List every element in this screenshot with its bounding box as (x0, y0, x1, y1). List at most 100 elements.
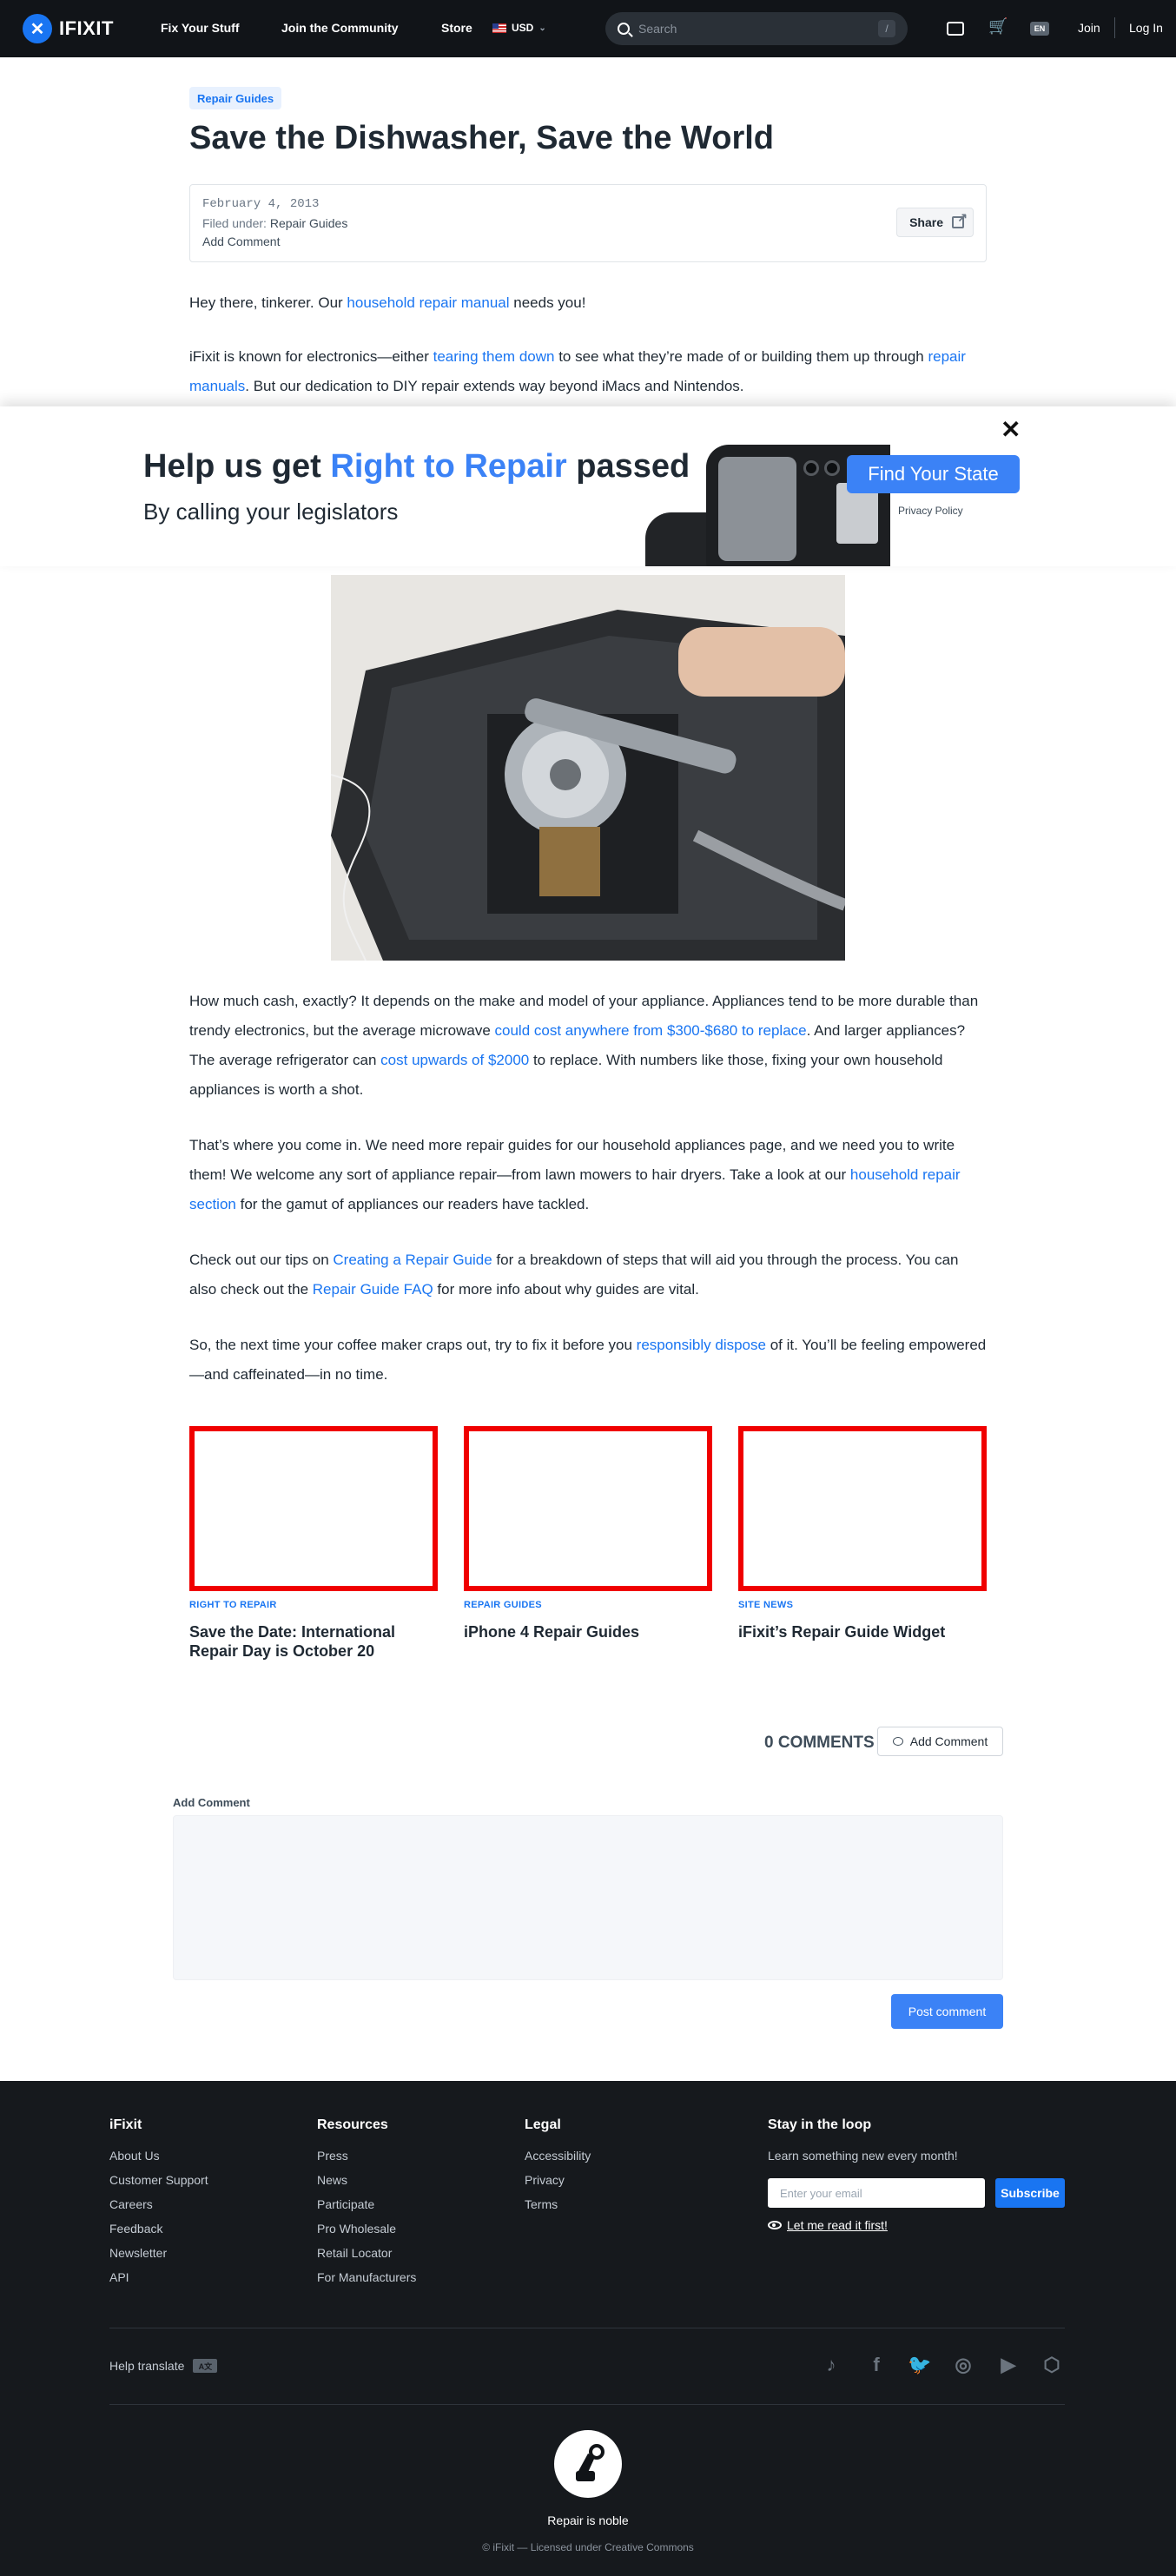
newsletter-email-input[interactable] (768, 2178, 985, 2208)
footer-link[interactable]: Pro Wholesale (317, 2222, 396, 2236)
hexagon-icon[interactable]: ⬡ (1039, 2352, 1065, 2378)
nav-join-community[interactable]: Join the Community (281, 21, 399, 35)
footer-link[interactable]: Privacy (525, 2173, 565, 2187)
logo-text: IFIXIT (59, 17, 114, 39)
join-link[interactable]: Join (1078, 21, 1100, 35)
youtube-icon[interactable]: ▶ (995, 2352, 1021, 2378)
footer-link[interactable]: Feedback (109, 2222, 162, 2236)
footer-link[interactable]: Customer Support (109, 2173, 208, 2187)
article-paragraph: So, the next time your coffee maker crap… (189, 1331, 988, 1390)
search-input[interactable] (638, 22, 878, 36)
filed-under-link[interactable]: Repair Guides (270, 216, 348, 230)
inline-link[interactable]: could cost anywhere from $300-$680 to re… (495, 1022, 807, 1039)
footer-link[interactable]: Press (317, 2149, 348, 2163)
related-post-category[interactable]: RIGHT TO REPAIR (189, 1600, 277, 1610)
inline-link[interactable]: cost upwards of $2000 (380, 1052, 529, 1068)
post-comment-button[interactable]: Post comment (891, 1994, 1003, 2029)
footer-divider (109, 2404, 1065, 2405)
related-post-title[interactable]: iPhone 4 Repair Guides (464, 1622, 712, 1641)
comment-form-label: Add Comment (173, 1796, 250, 1809)
related-post-thumbnail[interactable] (464, 1426, 712, 1591)
subscribe-button[interactable]: Subscribe (995, 2178, 1065, 2208)
related-post-category[interactable]: REPAIR GUIDES (464, 1600, 542, 1610)
privacy-policy-link[interactable]: Privacy Policy (898, 505, 963, 517)
close-icon[interactable]: ✕ (1001, 415, 1021, 444)
login-link[interactable]: Log In (1129, 21, 1163, 35)
header-divider (1114, 17, 1115, 38)
inline-link[interactable]: tearing them down (433, 348, 555, 365)
related-post-category[interactable]: SITE NEWS (738, 1600, 793, 1610)
footer-link[interactable]: About Us (109, 2149, 160, 2163)
filed-under: Filed under: Repair Guides (202, 216, 347, 230)
chevron-down-icon: ⌄ (538, 23, 546, 33)
site-header: ✕ IFIXIT Fix Your Stuff Join the Communi… (0, 0, 1176, 57)
phone-board (718, 457, 796, 561)
headline-part: Help us get (143, 448, 331, 485)
repair-is-noble-logo (554, 2430, 622, 2498)
nav-store[interactable]: Store (441, 21, 472, 35)
camera-lens (824, 460, 840, 476)
footer-link[interactable]: News (317, 2173, 347, 2187)
related-post-thumbnail[interactable] (738, 1426, 987, 1591)
paragraph-text: for more info about why guides are vital… (433, 1281, 699, 1298)
ifixit-logo-icon: ✕ (23, 14, 52, 43)
related-post-title[interactable]: Save the Date: International Repair Day … (189, 1622, 438, 1661)
headline-accent: Right to Repair (330, 448, 567, 485)
related-post-thumbnail[interactable] (189, 1426, 438, 1591)
inline-link[interactable]: Creating a Repair Guide (333, 1252, 492, 1268)
translate-icon: A文 (193, 2359, 218, 2373)
footer-link[interactable]: Participate (317, 2197, 374, 2211)
page-title: Save the Dishwasher, Save the World (189, 120, 774, 156)
right-to-repair-banner: ✕ Help us get Right to Repair passed By … (0, 406, 1176, 566)
related-post-title[interactable]: iFixit’s Repair Guide Widget (738, 1622, 987, 1641)
inline-link[interactable]: household repair manual (347, 294, 509, 311)
camera-lens (803, 460, 819, 476)
search-bar[interactable]: / (605, 12, 908, 45)
language-selector[interactable]: EN (1030, 22, 1049, 36)
read-it-first-link[interactable]: Let me read it first! (768, 2218, 888, 2232)
footer-link[interactable]: For Manufacturers (317, 2270, 416, 2284)
paragraph-text: needs you! (509, 294, 586, 311)
footer-link[interactable]: Careers (109, 2197, 153, 2211)
paragraph-text: iFixit is known for electronics—either (189, 348, 433, 365)
facebook-icon[interactable]: f (863, 2352, 889, 2378)
nav-fix-your-stuff[interactable]: Fix Your Stuff (161, 21, 239, 35)
share-button[interactable]: Share (896, 208, 974, 237)
paragraph-text: Hey there, tinkerer. Our (189, 294, 347, 311)
banner-subtitle: By calling your legislators (143, 499, 399, 525)
paragraph-text: to see what they’re made of or building … (554, 348, 928, 365)
ifixit-logo[interactable]: ✕ IFIXIT (23, 14, 114, 43)
currency-selector[interactable]: USD ⌄ (492, 22, 546, 34)
external-link-icon (952, 210, 968, 228)
footer-link[interactable]: Accessibility (525, 2149, 591, 2163)
footer-link[interactable]: Newsletter (109, 2246, 167, 2260)
comment-textarea[interactable] (173, 1815, 1003, 1980)
cart-icon[interactable]: 🛒 (988, 17, 1008, 36)
inline-link[interactable]: Repair Guide FAQ (313, 1281, 433, 1298)
add-comment-link[interactable]: Add Comment (202, 234, 280, 248)
add-comment-button[interactable]: Add Comment (877, 1727, 1003, 1756)
footer-link[interactable]: Retail Locator (317, 2246, 392, 2260)
footer-heading-newsletter: Stay in the loop (768, 2117, 872, 2132)
article-meta: February 4, 2013 Filed under: Repair Gui… (189, 184, 987, 262)
toolbox-icon[interactable] (947, 22, 964, 36)
search-shortcut-key: / (878, 20, 895, 37)
comment-bubble-icon (892, 1737, 903, 1746)
tiktok-icon[interactable]: ♪ (818, 2352, 844, 2378)
us-flag-icon (492, 23, 506, 33)
site-footer: iFixit About Us Customer Support Careers… (0, 2081, 1176, 2576)
help-translate-link[interactable]: Help translate A文 (109, 2359, 218, 2373)
footer-link[interactable]: API (109, 2270, 129, 2284)
article-paragraph: Check out our tips on Creating a Repair … (189, 1245, 988, 1305)
inline-link[interactable]: responsibly dispose (637, 1337, 766, 1353)
paragraph-text: Check out our tips on (189, 1252, 334, 1268)
footer-link[interactable]: Terms (525, 2197, 558, 2211)
footer-heading-resources: Resources (317, 2117, 388, 2132)
find-your-state-button[interactable]: Find Your State (847, 455, 1020, 493)
article-paragraph: How much cash, exactly? It depends on th… (189, 987, 988, 1105)
help-translate-label: Help translate (109, 2359, 185, 2373)
category-chip[interactable]: Repair Guides (189, 87, 282, 109)
twitter-icon[interactable]: 🐦 (907, 2352, 933, 2378)
appliance-photo-svg (331, 575, 845, 961)
instagram-icon[interactable]: ◎ (950, 2352, 976, 2378)
